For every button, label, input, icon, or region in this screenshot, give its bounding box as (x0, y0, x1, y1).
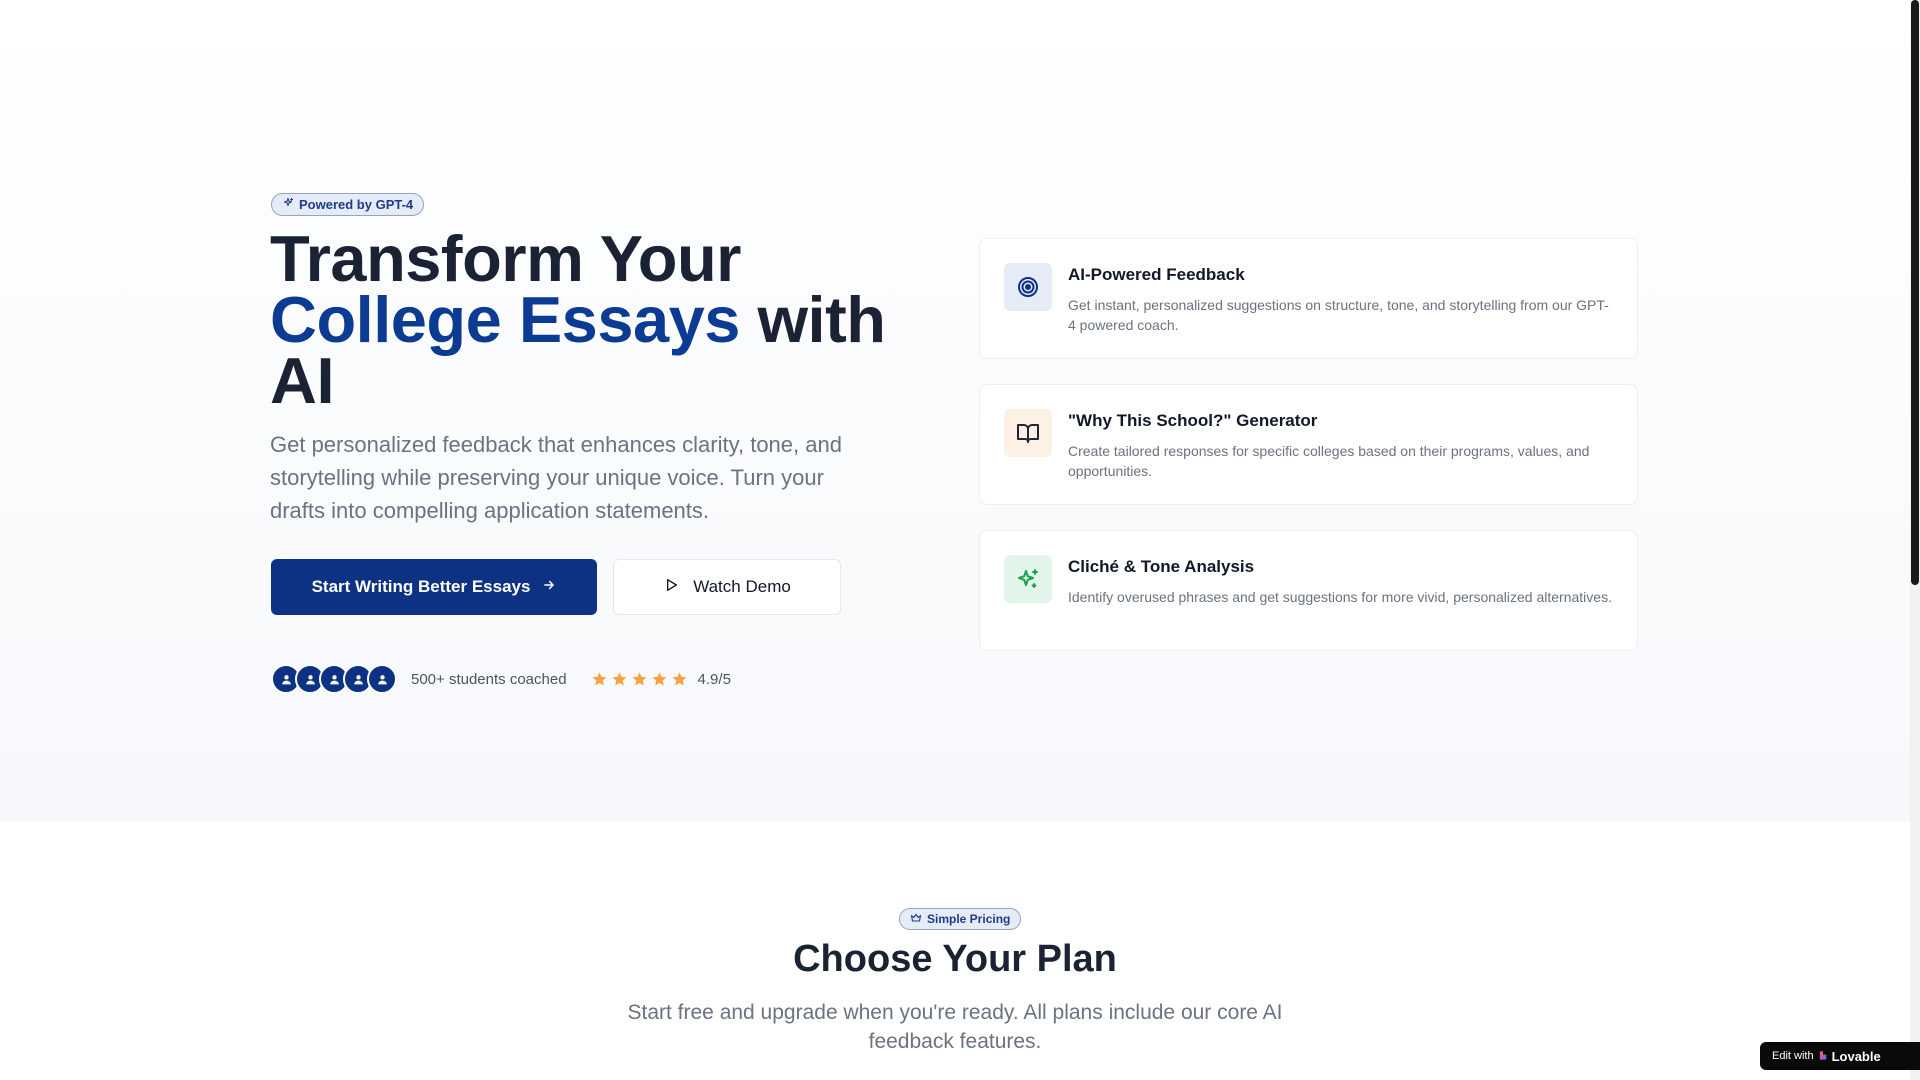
lovable-brand-label: Lovable (1831, 1048, 1881, 1064)
feature-card-ai-feedback: AI-Powered Feedback Get instant, persona… (979, 238, 1638, 359)
feature-card-cliche-tone: Cliché & Tone Analysis Identify overused… (979, 530, 1638, 651)
lovable-brand: Lovable (1818, 1049, 1881, 1064)
star-icon (672, 671, 686, 685)
pricing-badge-label: Simple Pricing (927, 912, 1011, 926)
feature-card-why-this-school: "Why This School?" Generator Create tail… (979, 384, 1638, 505)
hero-subtext: Get personalized feedback that enhances … (270, 432, 842, 523)
pricing-title: Choose Your Plan (793, 938, 1117, 980)
star-icon (652, 671, 666, 685)
user-icon (329, 674, 339, 684)
star-rating (591, 671, 688, 688)
star-icon (612, 671, 626, 685)
heart-icon (1818, 1049, 1829, 1064)
feature-description: Identify overused phrases and get sugges… (1068, 589, 1612, 605)
scrollbar-thumb[interactable] (1911, 0, 1919, 585)
students-count: 500+ students coached (411, 670, 567, 688)
scrollbar[interactable] (1910, 0, 1920, 1080)
star-icon (592, 671, 606, 685)
hero-section: Powered by GPT-4 Transform Your College … (0, 0, 1910, 822)
start-writing-label: Start Writing Better Essays (311, 577, 531, 596)
user-icon (353, 674, 363, 684)
feature-description: Get instant, personalized suggestions on… (1068, 297, 1609, 333)
sparkles-icon (282, 197, 294, 212)
user-icon (377, 674, 387, 684)
feature-description: Create tailored responses for specific c… (1068, 443, 1590, 479)
avatar (367, 664, 397, 694)
feature-title: Cliché & Tone Analysis (1068, 557, 1255, 576)
sparkles-icon (1004, 555, 1052, 603)
target-icon (1004, 263, 1052, 311)
badge-label: Powered by GPT-4 (299, 197, 414, 212)
book-open-icon (1004, 409, 1052, 457)
headline-accent: College Essays (270, 283, 740, 356)
pricing-badge: Simple Pricing (899, 908, 1022, 930)
user-icon (305, 674, 315, 684)
star-icon (632, 671, 646, 685)
pricing-subtitle: Start free and upgrade when you're ready… (627, 1001, 1283, 1053)
lovable-prefix: Edit with (1772, 1050, 1814, 1062)
feature-title: AI-Powered Feedback (1068, 265, 1245, 284)
social-proof: 500+ students coached 4.9/5 (271, 664, 731, 694)
user-icon (281, 674, 291, 684)
edit-with-lovable-badge[interactable]: Edit with Lovable × (1760, 1042, 1920, 1070)
feature-title: "Why This School?" Generator (1068, 411, 1318, 430)
hero-headline: Transform Your College Essays with AI (270, 226, 910, 413)
headline-line3: AI (270, 344, 335, 417)
page: Powered by GPT-4 Transform Your College … (0, 0, 1910, 1080)
arrow-right-icon (542, 577, 556, 597)
watch-demo-label: Watch Demo (693, 577, 791, 596)
avatar-group (271, 664, 397, 694)
play-icon (663, 577, 679, 598)
start-writing-button[interactable]: Start Writing Better Essays (271, 559, 597, 615)
headline-mid: with (739, 283, 886, 356)
rating-value: 4.9/5 (697, 670, 731, 688)
watch-demo-button[interactable]: Watch Demo (613, 559, 841, 615)
powered-by-badge: Powered by GPT-4 (271, 193, 425, 216)
crown-icon (910, 912, 922, 927)
